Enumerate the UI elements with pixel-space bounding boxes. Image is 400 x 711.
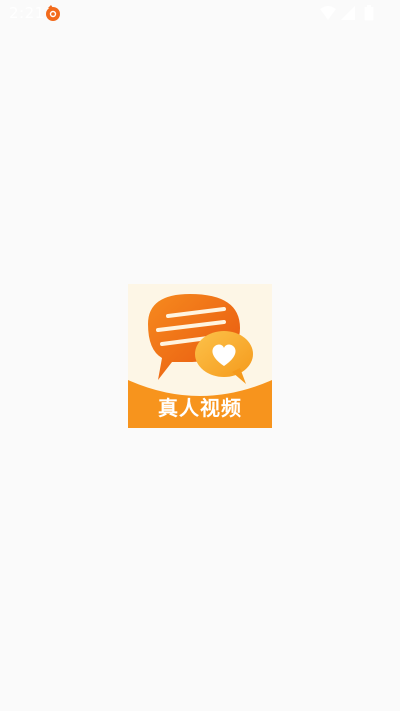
status-time: 2:21 [9,4,45,22]
notification-app-icon [46,5,60,21]
logo-caption: 真人视频 [158,396,242,420]
status-bar: 2:21 [0,0,400,26]
signal-icon [341,6,355,20]
splash-logo: 真人视频 [128,284,272,428]
wifi-icon [320,6,336,20]
battery-icon [364,5,374,21]
